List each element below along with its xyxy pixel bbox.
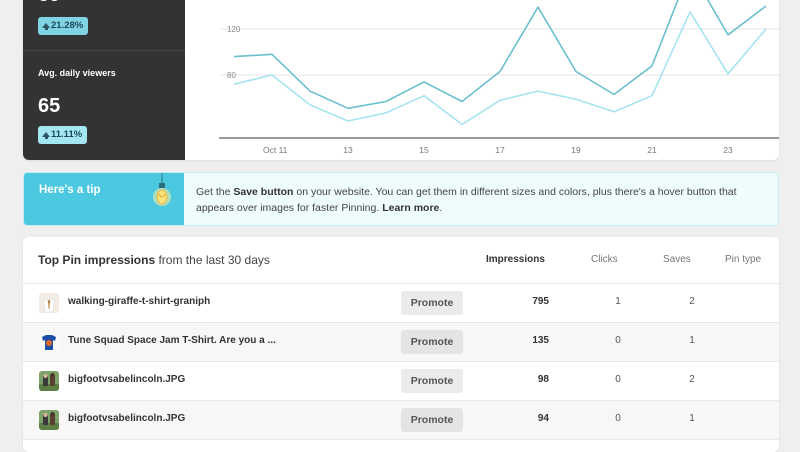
table-title: Top Pin impressions from the last 30 day… bbox=[38, 253, 270, 267]
clicks-value: 0 bbox=[615, 374, 621, 385]
saves-value: 2 bbox=[689, 296, 695, 307]
pin-name[interactable]: Tune Squad Space Jam T-Shirt. Are you a … bbox=[68, 335, 276, 346]
table-row[interactable]: bigfootvsabelincoln.JPG Promote 98 0 2 bbox=[23, 362, 779, 401]
up-arrow-icon bbox=[42, 22, 50, 30]
table-row[interactable]: Tune Squad Space Jam T-Shirt. Are you a … bbox=[23, 323, 779, 362]
y-tick-label: 120 bbox=[227, 25, 241, 34]
saves-value: 2 bbox=[689, 374, 695, 385]
stat-bottom-change-badge: 11.11% bbox=[38, 126, 88, 144]
tip-banner: Here's a tip Get the Save button on your… bbox=[23, 172, 779, 226]
stat-bottom-label: Avg. daily viewers bbox=[38, 68, 116, 78]
x-tick-label: 17 bbox=[495, 145, 505, 155]
pin-name[interactable]: bigfootvsabelincoln.JPG bbox=[68, 374, 185, 385]
analytics-card: 89 21.28% Avg. daily viewers 65 11.11% 8… bbox=[23, 0, 779, 160]
lightbulb-icon bbox=[153, 173, 171, 206]
promote-button[interactable]: Promote bbox=[401, 291, 463, 315]
column-header-impressions[interactable]: Impressions bbox=[486, 254, 545, 265]
line-chart-svg: 80 120 Oct 11 13 15 17 19 21 23 bbox=[219, 0, 779, 155]
top-pins-card: Top Pin impressions from the last 30 day… bbox=[23, 237, 779, 452]
stat-block-bottom: Avg. daily viewers 65 11.11% bbox=[23, 51, 185, 160]
promote-button[interactable]: Promote bbox=[401, 330, 463, 354]
clicks-value: 0 bbox=[615, 413, 621, 424]
stat-top-change-badge: 21.28% bbox=[38, 17, 89, 35]
column-header-pin-type[interactable]: Pin type bbox=[725, 254, 761, 265]
x-tick-label: 19 bbox=[571, 145, 581, 155]
stat-bottom-change: 11.11% bbox=[51, 129, 83, 140]
impressions-value: 94 bbox=[537, 413, 549, 424]
x-tick-label: 13 bbox=[343, 145, 353, 155]
x-tick-label: 15 bbox=[419, 145, 429, 155]
clicks-value: 1 bbox=[615, 296, 621, 307]
stats-sidebar: 89 21.28% Avg. daily viewers 65 11.11% bbox=[23, 0, 185, 160]
promote-button[interactable]: Promote bbox=[401, 369, 463, 393]
table-header: Top Pin impressions from the last 30 day… bbox=[23, 237, 779, 284]
tip-text: Get the Save button on your website. You… bbox=[196, 184, 766, 216]
tip-save-button-text: Save button bbox=[233, 186, 294, 198]
tip-header: Here's a tip bbox=[24, 173, 184, 225]
x-tick-label: 21 bbox=[647, 145, 657, 155]
clicks-value: 0 bbox=[615, 335, 621, 346]
table-title-rest: from the last 30 days bbox=[155, 253, 270, 267]
pin-name[interactable]: walking-giraffe-t-shirt-graniph bbox=[68, 296, 210, 307]
pin-name[interactable]: bigfootvsabelincoln.JPG bbox=[68, 413, 185, 424]
impressions-value: 135 bbox=[532, 335, 549, 346]
column-header-saves[interactable]: Saves bbox=[663, 254, 691, 265]
learn-more-link[interactable]: Learn more bbox=[382, 202, 439, 214]
impressions-value: 98 bbox=[537, 374, 549, 385]
y-tick-label: 80 bbox=[227, 71, 236, 80]
pin-thumbnail[interactable] bbox=[39, 332, 59, 352]
column-header-clicks[interactable]: Clicks bbox=[591, 254, 618, 265]
x-tick-label: 23 bbox=[723, 145, 733, 155]
tip-text-start: Get the bbox=[196, 186, 234, 198]
tip-title: Here's a tip bbox=[39, 184, 101, 196]
promote-button[interactable]: Promote bbox=[401, 408, 463, 432]
stat-bottom-value: 65 bbox=[38, 95, 61, 117]
table-row[interactable]: bigfootvsabelincoln.JPG Promote 94 0 1 bbox=[23, 401, 779, 440]
pin-thumbnail[interactable] bbox=[39, 410, 59, 430]
pin-thumbnail[interactable] bbox=[39, 293, 59, 313]
table-title-bold: Top Pin impressions bbox=[38, 253, 156, 267]
pin-thumbnail[interactable] bbox=[39, 371, 59, 391]
viewers-chart: 80 120 Oct 11 13 15 17 19 21 23 bbox=[185, 0, 779, 160]
stat-block-top: 89 21.28% bbox=[23, 0, 185, 51]
tip-text-end: . bbox=[439, 202, 443, 214]
impressions-value: 795 bbox=[532, 296, 549, 307]
stat-top-value: 89 bbox=[38, 0, 60, 7]
saves-value: 1 bbox=[689, 335, 695, 346]
up-arrow-icon bbox=[42, 131, 50, 139]
x-tick-label: Oct 11 bbox=[263, 145, 288, 155]
table-row[interactable]: walking-giraffe-t-shirt-graniph Promote … bbox=[23, 284, 779, 323]
saves-value: 1 bbox=[689, 413, 695, 424]
stat-top-change: 21.28% bbox=[51, 20, 84, 31]
series-line-0 bbox=[233, 0, 767, 110]
